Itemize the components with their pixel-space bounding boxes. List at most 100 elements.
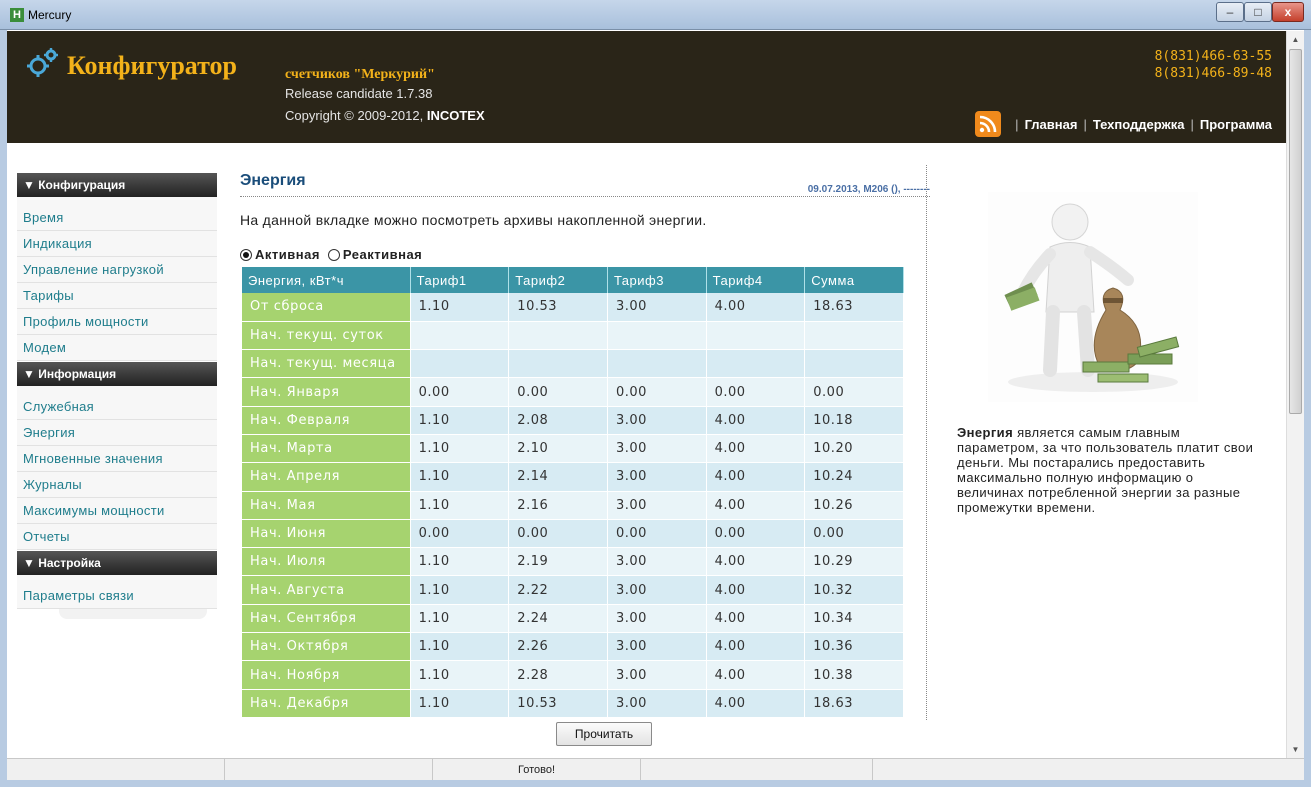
table-cell [410, 321, 510, 351]
table-cell: 4.00 [706, 632, 806, 662]
sidebar-item-time[interactable]: Время [17, 205, 217, 231]
sidebar-item-journals[interactable]: Журналы [17, 472, 217, 498]
sidebar-spacer [17, 386, 217, 394]
table-cell [607, 321, 707, 351]
sidebar-item-instant-values[interactable]: Мгновенные значения [17, 446, 217, 472]
row-label: Нач. Июля [242, 547, 411, 577]
nav-home-link[interactable]: Главная [1025, 117, 1078, 132]
table-row: Нач. Октября 1.10 2.26 3.00 4.00 10.36 [242, 632, 904, 662]
brand-title: Конфигуратор [67, 51, 237, 80]
sidebar-item-connection-params[interactable]: Параметры связи [17, 583, 217, 609]
scroll-up-arrow-icon[interactable]: ▲ [1287, 31, 1304, 48]
minimize-button[interactable]: – [1216, 2, 1244, 22]
table-cell: 1.10 [410, 689, 510, 718]
sidebar-item-energy[interactable]: Энергия [17, 420, 217, 446]
table-cell: 10.26 [804, 491, 904, 520]
vertical-scrollbar[interactable]: ▲ ▼ [1286, 31, 1304, 758]
window-title: Mercury [28, 8, 72, 22]
energy-type-radio-group: Активная Реактивная [240, 247, 430, 262]
status-bar: Готово! [7, 758, 1304, 781]
row-label: Нач. Августа [242, 575, 411, 605]
close-button[interactable]: x [1272, 2, 1304, 22]
table-row: Нач. текущ. суток [242, 321, 904, 351]
table-cell: 0.00 [607, 519, 707, 549]
table-cell: 0.00 [706, 377, 806, 407]
radio-reactive-label[interactable]: Реактивная [343, 247, 422, 262]
radio-active-label[interactable]: Активная [255, 247, 320, 262]
status-cell [873, 759, 1304, 781]
table-row: Нач. Сентября 1.10 2.24 3.00 4.00 10.34 [242, 604, 904, 634]
table-cell: 2.26 [508, 632, 608, 662]
top-navigation: | Главная | Техподдержка | Программа [975, 111, 1272, 137]
table-cell: 0.00 [410, 377, 510, 407]
table-cell: 1.10 [410, 491, 510, 520]
info-bold-term: Энергия [957, 425, 1014, 440]
row-label: Нач. Ноября [242, 660, 411, 690]
status-cell [641, 759, 873, 781]
table-row: Нач. Ноября 1.10 2.28 3.00 4.00 10.38 [242, 660, 904, 690]
column-header: Тариф2 [508, 267, 608, 293]
table-cell: 3.00 [607, 660, 707, 690]
row-label: Нач. Октября [242, 632, 411, 662]
sidebar-item-reports[interactable]: Отчеты [17, 524, 217, 550]
row-label: От сброса [242, 293, 411, 322]
radio-reactive[interactable] [327, 248, 340, 261]
sidebar-section-configuration[interactable]: ▼ Конфигурация [17, 173, 217, 197]
sidebar-item-power-profile[interactable]: Профиль мощности [17, 309, 217, 335]
table-cell: 3.00 [607, 462, 707, 492]
nav-separator: | [1083, 116, 1087, 132]
table-cell: 1.10 [410, 604, 510, 634]
column-header: Энергия, кВт*ч [242, 267, 411, 293]
sidebar-item-service[interactable]: Служебная [17, 394, 217, 420]
table-cell: 4.00 [706, 406, 806, 435]
row-label: Нач. Апреля [242, 462, 411, 492]
sidebar-item-power-maximums[interactable]: Максимумы мощности [17, 498, 217, 524]
window-titlebar: H Mercury – □ x [0, 0, 1311, 30]
read-button[interactable]: Прочитать [556, 722, 652, 746]
sidebar-item-indication[interactable]: Индикация [17, 231, 217, 257]
scroll-down-arrow-icon[interactable]: ▼ [1287, 741, 1304, 758]
table-cell: 0.00 [706, 519, 806, 549]
table-cell: 1.10 [410, 462, 510, 492]
sidebar-spacer [17, 575, 217, 583]
sidebar-item-load-control[interactable]: Управление нагрузкой [17, 257, 217, 283]
sidebar-item-modem[interactable]: Модем [17, 335, 217, 361]
maximize-button[interactable]: □ [1244, 2, 1272, 22]
table-cell: 3.00 [607, 434, 707, 464]
table-cell: 0.00 [804, 377, 904, 407]
column-header: Тариф1 [410, 267, 510, 293]
rss-icon[interactable] [975, 111, 1002, 137]
table-cell: 1.10 [410, 632, 510, 662]
table-cell: 10.24 [804, 462, 904, 492]
app-header: Конфигуратор счетчиков "Меркурий" Releas… [7, 31, 1286, 143]
table-cell: 10.32 [804, 575, 904, 605]
table-cell: 3.00 [607, 604, 707, 634]
radio-active-option[interactable]: Активная [240, 247, 320, 262]
table-row: Нач. Июля 1.10 2.19 3.00 4.00 10.29 [242, 547, 904, 577]
row-label: Нач. Сентября [242, 604, 411, 634]
table-cell [706, 349, 806, 379]
sidebar-section-settings[interactable]: ▼ Настройка [17, 551, 217, 575]
radio-reactive-option[interactable]: Реактивная [327, 247, 422, 262]
table-row: Нач. Мая 1.10 2.16 3.00 4.00 10.26 [242, 491, 904, 520]
table-cell: 1.10 [410, 293, 510, 322]
sidebar-section-information[interactable]: ▼ Информация [17, 362, 217, 386]
radio-active[interactable] [240, 248, 252, 261]
nav-program-link[interactable]: Программа [1200, 117, 1272, 132]
sidebar-item-tariffs[interactable]: Тарифы [17, 283, 217, 309]
table-cell: 0.00 [804, 519, 904, 549]
row-label: Нач. текущ. месяца [242, 349, 411, 379]
table-cell: 4.00 [706, 689, 806, 718]
phone-number: 8(831)466-63-55 [1154, 49, 1272, 64]
copyright: Copyright © 2009-2012, INCOTEX [285, 108, 485, 123]
table-row: Нач. Апреля 1.10 2.14 3.00 4.00 10.24 [242, 462, 904, 492]
table-row: Нач. Августа 1.10 2.22 3.00 4.00 10.32 [242, 575, 904, 605]
nav-support-link[interactable]: Техподдержка [1093, 117, 1185, 132]
column-divider [926, 165, 927, 720]
table-cell [804, 321, 904, 351]
table-row: Нач. Июня 0.00 0.00 0.00 0.00 0.00 [242, 519, 904, 549]
table-cell: 10.29 [804, 547, 904, 577]
table-cell: 0.00 [508, 519, 608, 549]
sidebar-spacer [17, 197, 217, 205]
scroll-thumb[interactable] [1289, 49, 1302, 414]
